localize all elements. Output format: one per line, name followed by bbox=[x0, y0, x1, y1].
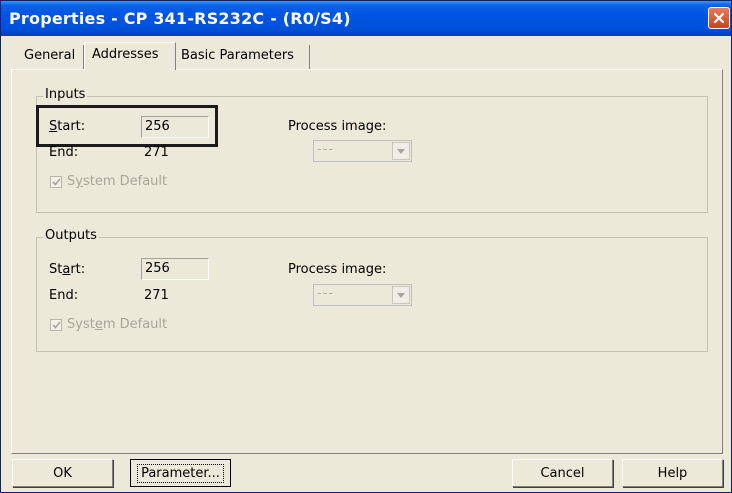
outputs-process-image-label: Process image: bbox=[288, 262, 387, 277]
parameter-button-label: Parameter... bbox=[137, 463, 224, 483]
outputs-start-label: Start: bbox=[49, 262, 86, 277]
chevron-down-icon bbox=[392, 286, 410, 304]
outputs-process-image-select[interactable]: --- bbox=[313, 284, 412, 306]
outputs-end-label: End: bbox=[49, 288, 79, 303]
outputs-start-value: 256 bbox=[145, 261, 170, 276]
tab-general[interactable]: General bbox=[13, 45, 84, 69]
inputs-system-default-label: System Default bbox=[67, 174, 168, 189]
outputs-legend: Outputs bbox=[43, 228, 99, 243]
ok-button-label: OK bbox=[53, 465, 72, 481]
tab-general-label: General bbox=[24, 48, 76, 63]
help-button[interactable]: Help bbox=[622, 459, 723, 487]
close-button[interactable] bbox=[708, 7, 730, 29]
checkmark-icon bbox=[50, 175, 62, 188]
inputs-system-default-checkbox[interactable]: System Default bbox=[50, 174, 167, 189]
inputs-end-value: 271 bbox=[144, 145, 169, 160]
inputs-process-image-label: Process image: bbox=[288, 119, 387, 134]
outputs-system-default-checkbox[interactable]: System Default bbox=[50, 317, 167, 332]
outputs-end-value: 271 bbox=[144, 288, 169, 303]
tab-addresses[interactable]: Addresses bbox=[84, 42, 176, 70]
outputs-system-default-label: System Default bbox=[67, 317, 168, 332]
outputs-process-image-value: --- bbox=[317, 286, 335, 301]
help-button-label: Help bbox=[657, 465, 688, 481]
cancel-button-label: Cancel bbox=[540, 465, 585, 481]
tab-addresses-label: Addresses bbox=[92, 47, 159, 62]
checkmark-icon bbox=[50, 318, 62, 331]
title-bar[interactable]: Properties - CP 341-RS232C - (R0/S4) bbox=[1, 1, 731, 36]
tab-basic-parameters[interactable]: Basic Parameters bbox=[177, 45, 310, 69]
chevron-down-icon bbox=[392, 142, 410, 160]
start-highlight-box bbox=[36, 105, 218, 147]
cancel-button[interactable]: Cancel bbox=[512, 459, 613, 487]
properties-dialog: Properties - CP 341-RS232C - (R0/S4) Gen… bbox=[0, 0, 732, 493]
inputs-end-label: End: bbox=[49, 145, 79, 160]
window-title: Properties - CP 341-RS232C - (R0/S4) bbox=[9, 9, 351, 28]
inputs-process-image-value: --- bbox=[317, 142, 335, 157]
parameter-button[interactable]: Parameter... bbox=[130, 459, 231, 487]
ok-button[interactable]: OK bbox=[12, 459, 113, 487]
outputs-start-field[interactable]: 256 bbox=[141, 258, 209, 280]
inputs-legend: Inputs bbox=[43, 87, 88, 102]
close-icon bbox=[713, 12, 725, 24]
inputs-process-image-select[interactable]: --- bbox=[313, 140, 412, 162]
tab-basic-parameters-label: Basic Parameters bbox=[181, 48, 294, 63]
